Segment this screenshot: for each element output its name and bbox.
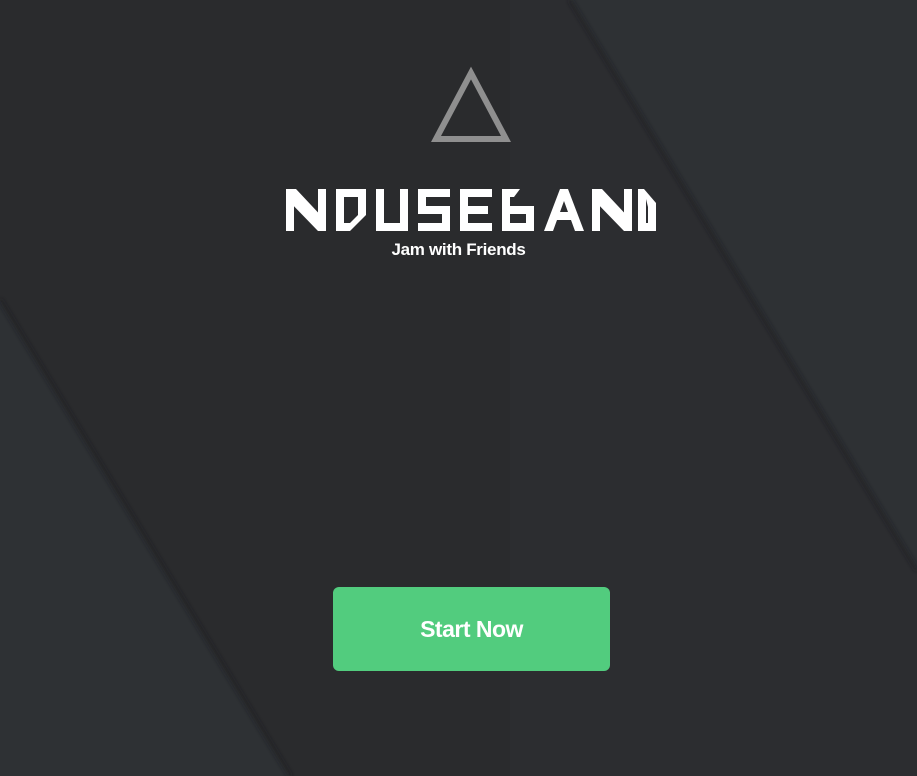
brand-wordmark	[284, 185, 658, 233]
start-now-button[interactable]: Start Now	[333, 587, 610, 671]
tagline: Jam with Friends	[391, 240, 526, 259]
landing-screen: Jam with Friends Start Now	[0, 0, 917, 776]
triangle-logo-icon	[431, 66, 511, 142]
